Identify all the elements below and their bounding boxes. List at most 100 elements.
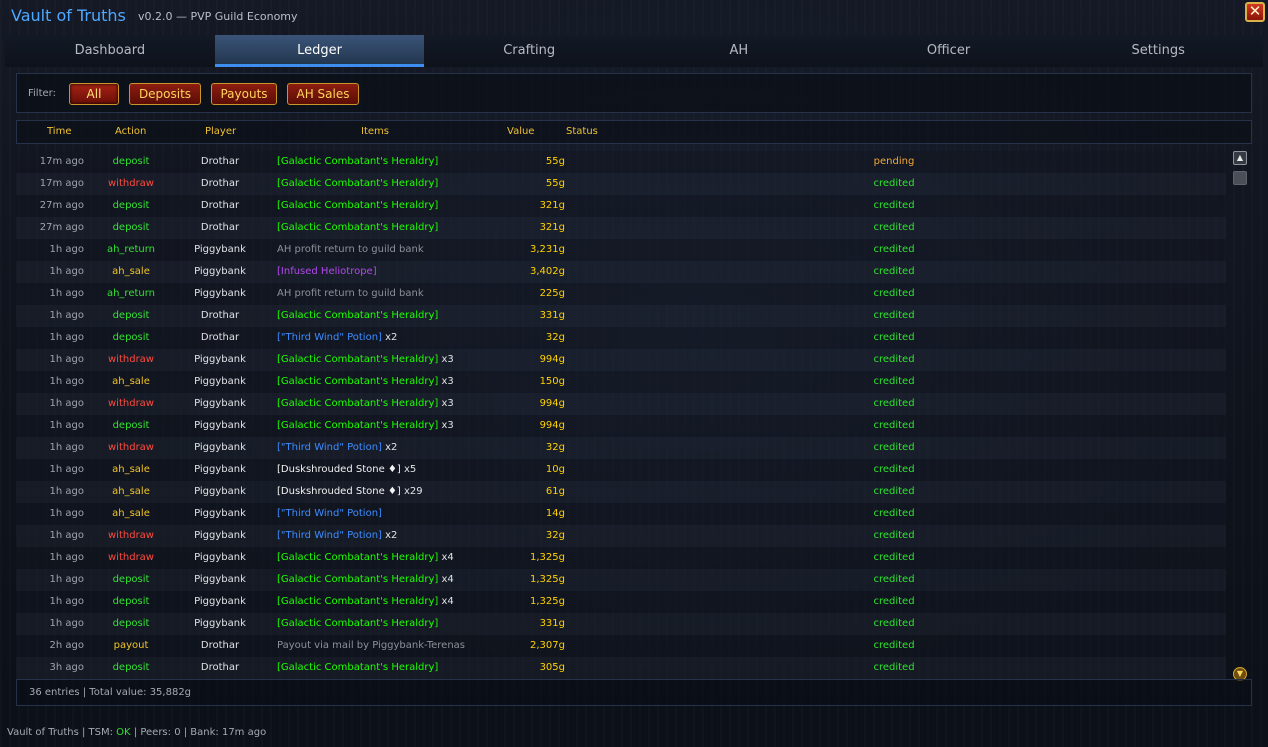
column-header-action[interactable]: Action — [115, 126, 146, 137]
table-row[interactable]: 1h ago ah_sale Piggybank [Duskshrouded Ston… — [16, 481, 1226, 503]
row-item-link[interactable]: [Galactic Combatant's Heraldry] — [277, 618, 438, 629]
row-value: 61g — [545, 486, 565, 497]
table-row[interactable]: 1h ago withdraw Piggybank [Galactic Combata… — [16, 547, 1226, 569]
filter-ah-sales-button[interactable]: AH Sales — [287, 83, 359, 105]
row-value: 321g — [539, 222, 565, 233]
table-row[interactable]: 1h ago ah_sale Piggybank [Galactic Combatan… — [16, 371, 1226, 393]
table-row[interactable]: 27m ago deposit Drothar [Galactic Combatant… — [16, 217, 1226, 239]
column-header-status[interactable]: Status — [566, 126, 598, 137]
table-row[interactable]: 1h ago deposit Piggybank [Galactic Combatan… — [16, 415, 1226, 437]
row-value: 994g — [539, 420, 565, 431]
filter-deposits-button[interactable]: Deposits — [129, 83, 201, 105]
row-item-link[interactable]: [Infused Heliotrope] — [277, 266, 377, 277]
row-item-link[interactable]: [Galactic Combatant's Heraldry] — [277, 178, 438, 189]
tab-ledger[interactable]: Ledger — [214, 35, 425, 67]
table-row[interactable]: 2h ago payout Drothar Payout via mail by Pi… — [16, 635, 1226, 657]
scroll-up-button[interactable]: ▲ — [1233, 151, 1247, 165]
row-item-link[interactable]: ["Third Wind" Potion] — [277, 332, 382, 343]
row-value: 55g — [545, 178, 565, 189]
filter-payouts-button[interactable]: Payouts — [211, 83, 277, 105]
row-item-link[interactable]: [Galactic Combatant's Heraldry] — [277, 310, 438, 321]
table-row[interactable]: 1h ago deposit Drothar ["Third Wind" Potion… — [16, 327, 1226, 349]
row-status: credited — [873, 200, 915, 211]
row-item-quantity: x3 — [441, 354, 454, 365]
row-action: withdraw — [108, 178, 154, 189]
row-item-link[interactable]: [Galactic Combatant's Heraldry] — [277, 222, 438, 233]
table-row[interactable]: 1h ago deposit Piggybank [Galactic Combatan… — [16, 591, 1226, 613]
table-row[interactable]: 1h ago withdraw Piggybank ["Third Wind" Pot… — [16, 525, 1226, 547]
row-item-link[interactable]: [Galactic Combatant's Heraldry] — [277, 552, 438, 563]
row-item-link[interactable]: [Galactic Combatant's Heraldry] — [277, 662, 438, 673]
row-item-link[interactable]: [Duskshrouded Stone ♦] — [277, 464, 401, 475]
filter-all-button[interactable]: All — [69, 83, 119, 105]
row-time: 1h ago — [49, 288, 84, 299]
row-value: 14g — [545, 508, 565, 519]
row-item-link[interactable]: [Galactic Combatant's Heraldry] — [277, 398, 438, 409]
row-time: 1h ago — [49, 420, 84, 431]
table-row[interactable]: 1h ago deposit Piggybank [Galactic Combatan… — [16, 569, 1226, 591]
status-bar: Vault of Truths | TSM: OK | Peers: 0 | B… — [7, 727, 267, 738]
row-item-link[interactable]: [Galactic Combatant's Heraldry] — [277, 420, 438, 431]
row-item-link[interactable]: [Duskshrouded Stone ♦] — [277, 486, 401, 497]
table-row[interactable]: 17m ago withdraw Drothar [Galactic Combatan… — [16, 173, 1226, 195]
table-row[interactable]: 1h ago ah_return Piggybank AH profit return… — [16, 283, 1226, 305]
tab-crafting[interactable]: Crafting — [424, 35, 635, 67]
row-item-link[interactable]: AH profit return to guild bank — [277, 288, 424, 299]
close-button[interactable]: ✕ — [1245, 2, 1265, 22]
column-header-time[interactable]: Time — [47, 126, 71, 137]
row-value: 10g — [545, 464, 565, 475]
table-row[interactable]: 1h ago withdraw Piggybank [Galactic Combata… — [16, 393, 1226, 415]
tab-settings[interactable]: Settings — [1053, 35, 1264, 67]
column-header-items[interactable]: Items — [361, 126, 389, 137]
row-item-link[interactable]: [Galactic Combatant's Heraldry] — [277, 376, 438, 387]
row-time: 1h ago — [49, 508, 84, 519]
row-action: deposit — [112, 332, 150, 343]
row-item-link[interactable]: Payout via mail by Piggybank-Terenas — [277, 640, 465, 651]
row-time: 1h ago — [49, 552, 84, 563]
table-row[interactable]: 3h ago deposit Drothar [Galactic Combatant'… — [16, 657, 1226, 679]
row-action: deposit — [112, 574, 150, 585]
row-value: 3,231g — [530, 244, 565, 255]
row-action: deposit — [112, 618, 150, 629]
tab-ah[interactable]: AH — [634, 35, 844, 67]
table-row[interactable]: 1h ago ah_sale Piggybank [Duskshrouded Ston… — [16, 459, 1226, 481]
scrollbar-thumb[interactable] — [1233, 171, 1247, 185]
status-app-name: Vault of Truths — [7, 727, 79, 738]
row-item-quantity: x3 — [441, 398, 454, 409]
row-item-link[interactable]: ["Third Wind" Potion] — [277, 442, 382, 453]
row-player: Piggybank — [194, 442, 246, 453]
row-action: withdraw — [108, 354, 154, 365]
row-status: credited — [873, 266, 915, 277]
row-item-link[interactable]: [Galactic Combatant's Heraldry] — [277, 156, 438, 167]
row-time: 27m ago — [39, 200, 84, 211]
table-row[interactable]: 1h ago deposit Drothar [Galactic Combatant'… — [16, 305, 1226, 327]
row-item-link[interactable]: AH profit return to guild bank — [277, 244, 424, 255]
row-item-link[interactable]: [Galactic Combatant's Heraldry] — [277, 574, 438, 585]
table-row[interactable]: 1h ago ah_sale Piggybank [Infused Heliotrop… — [16, 261, 1226, 283]
ledger-summary: 36 entries | Total value: 35,882g — [29, 687, 192, 698]
row-item-quantity: x4 — [441, 552, 454, 563]
table-row[interactable]: 1h ago deposit Piggybank [Galactic Combatan… — [16, 613, 1226, 635]
table-row[interactable]: 17m ago deposit Drothar [Galactic Combatant… — [16, 151, 1226, 173]
table-row[interactable]: 1h ago withdraw Piggybank [Galactic Combata… — [16, 349, 1226, 371]
row-item-link[interactable]: [Galactic Combatant's Heraldry] — [277, 200, 438, 211]
row-time: 1h ago — [49, 530, 84, 541]
row-value: 55g — [545, 156, 565, 167]
row-item-link[interactable]: ["Third Wind" Potion] — [277, 508, 382, 519]
row-value: 1,325g — [530, 552, 565, 563]
row-action: deposit — [112, 662, 150, 673]
table-row[interactable]: 1h ago ah_sale Piggybank ["Third Wind" Poti… — [16, 503, 1226, 525]
column-header-value[interactable]: Value — [507, 126, 534, 137]
status-tsm-value: OK — [116, 727, 131, 738]
tab-officer[interactable]: Officer — [843, 35, 1054, 67]
column-header-player[interactable]: Player — [205, 126, 236, 137]
row-item-link[interactable]: ["Third Wind" Potion] — [277, 530, 382, 541]
row-status: credited — [873, 618, 915, 629]
row-item-link[interactable]: [Galactic Combatant's Heraldry] — [277, 354, 438, 365]
table-row[interactable]: 1h ago withdraw Piggybank ["Third Wind" Pot… — [16, 437, 1226, 459]
table-row[interactable]: 27m ago deposit Drothar [Galactic Combatant… — [16, 195, 1226, 217]
row-item-quantity: x4 — [441, 574, 454, 585]
row-item-link[interactable]: [Galactic Combatant's Heraldry] — [277, 596, 438, 607]
tab-dashboard[interactable]: Dashboard — [5, 35, 215, 67]
table-row[interactable]: 1h ago ah_return Piggybank AH profit return… — [16, 239, 1226, 261]
